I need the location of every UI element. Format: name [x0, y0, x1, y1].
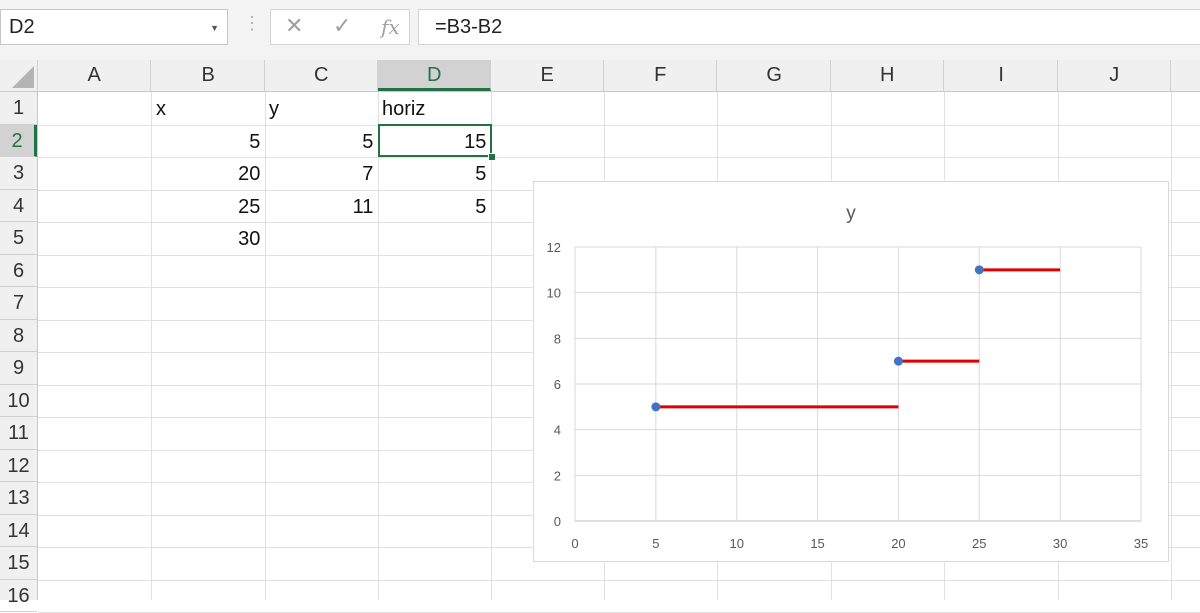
- chart-title: y: [846, 203, 856, 224]
- column-header-h[interactable]: H: [831, 60, 945, 91]
- y-tick-label: 0: [554, 514, 561, 529]
- x-tick-label: 0: [571, 536, 578, 551]
- x-tick-label: 30: [1053, 536, 1067, 551]
- column-header-c[interactable]: C: [265, 60, 379, 91]
- gridline-vertical: [491, 92, 493, 600]
- cell-b3[interactable]: 20: [156, 157, 260, 189]
- row-header-9[interactable]: 9: [0, 352, 37, 385]
- row-header-6[interactable]: 6: [0, 255, 37, 287]
- row-header-2[interactable]: 2: [0, 124, 37, 157]
- cancel-icon[interactable]: ✕: [285, 13, 303, 39]
- row-header-3[interactable]: 3: [0, 157, 37, 190]
- x-tick-label: 35: [1134, 536, 1148, 551]
- name-box-value: D2: [9, 16, 35, 38]
- cell-c3[interactable]: 7: [269, 157, 373, 189]
- cell-c1[interactable]: y: [269, 92, 373, 124]
- cell-b2[interactable]: 5: [156, 125, 260, 157]
- formula-buttons: ✕ ✓ fx: [270, 9, 410, 45]
- row-header-1[interactable]: 1: [0, 92, 37, 125]
- gridline-vertical: [1171, 92, 1173, 600]
- insert-function-icon[interactable]: fx: [381, 15, 400, 39]
- formula-text: =B3-B2: [435, 16, 503, 38]
- column-header-g[interactable]: G: [718, 60, 832, 91]
- chart-canvas: 0 2 4 6 8 10 12 0 5 10 15 20 25 30 35 y: [547, 203, 1149, 551]
- select-all-corner[interactable]: [0, 60, 38, 91]
- x-tick-label: 25: [972, 536, 986, 551]
- row-header-12[interactable]: 12: [0, 450, 37, 482]
- y-tick-label: 12: [547, 240, 561, 255]
- fill-handle[interactable]: [488, 153, 496, 161]
- column-header-j[interactable]: J: [1058, 60, 1172, 91]
- x-tick-label: 5: [652, 536, 659, 551]
- x-tick-label: 20: [891, 536, 905, 551]
- column-header-d[interactable]: D: [378, 60, 492, 91]
- data-point: [974, 265, 984, 275]
- gridline-vertical: [151, 92, 153, 600]
- column-header-b[interactable]: B: [152, 60, 266, 91]
- x-tick-label: 10: [729, 536, 743, 551]
- column-headers: ABCDEFGHIJ: [0, 60, 1200, 92]
- y-tick-label: 6: [554, 377, 561, 392]
- gridline-vertical: [378, 92, 380, 600]
- gridline-horizontal: [38, 579, 1200, 581]
- y-tick-label: 10: [547, 286, 561, 301]
- column-header-f[interactable]: F: [604, 60, 718, 91]
- row-header-4[interactable]: 4: [0, 190, 37, 222]
- y-tick-label: 2: [554, 468, 561, 483]
- row-header-16[interactable]: 16: [0, 580, 37, 612]
- row-header-5[interactable]: 5: [0, 222, 37, 255]
- row-headers: 1 2 3 4 5 6 7 8 9 10 11 12 13 14 15 16: [0, 92, 38, 612]
- cell-c4[interactable]: 11: [269, 190, 374, 222]
- cell-b1[interactable]: x: [156, 92, 260, 124]
- row-header-11[interactable]: 11: [0, 417, 37, 450]
- row-header-15[interactable]: 15: [0, 547, 37, 580]
- row-header-10[interactable]: 10: [0, 385, 37, 417]
- x-tick-label: 15: [810, 536, 824, 551]
- cell-b4[interactable]: 25: [156, 190, 260, 222]
- active-cell-border: [378, 124, 492, 157]
- data-point: [893, 356, 903, 366]
- column-header-i[interactable]: I: [945, 60, 1059, 91]
- scatter-chart[interactable]: 0 2 4 6 8 10 12 0 5 10 15 20 25 30 35 y: [533, 181, 1169, 562]
- gridline-vertical: [265, 92, 267, 600]
- chevron-down-icon[interactable]: ▼: [210, 23, 219, 33]
- column-header-e[interactable]: E: [491, 60, 605, 91]
- name-box[interactable]: D2 ▼: [0, 9, 228, 45]
- cell-d4[interactable]: 5: [382, 190, 486, 222]
- cell-d3[interactable]: 5: [382, 157, 486, 189]
- formula-input[interactable]: =B3-B2: [418, 9, 1200, 45]
- cell-b5[interactable]: 30: [156, 222, 260, 254]
- cell-d1[interactable]: horiz: [382, 92, 486, 124]
- enter-icon[interactable]: ✓: [333, 13, 351, 39]
- cell-c2[interactable]: 5: [269, 125, 373, 157]
- vertical-dots-icon[interactable]: ⋮: [243, 14, 261, 32]
- row-header-14[interactable]: 14: [0, 515, 37, 547]
- y-tick-label: 8: [554, 331, 561, 346]
- row-header-7[interactable]: 7: [0, 287, 37, 320]
- row-header-8[interactable]: 8: [0, 320, 37, 352]
- y-tick-label: 4: [554, 423, 561, 438]
- data-point: [651, 402, 661, 412]
- column-header-a[interactable]: A: [38, 60, 152, 91]
- row-header-13[interactable]: 13: [0, 482, 37, 515]
